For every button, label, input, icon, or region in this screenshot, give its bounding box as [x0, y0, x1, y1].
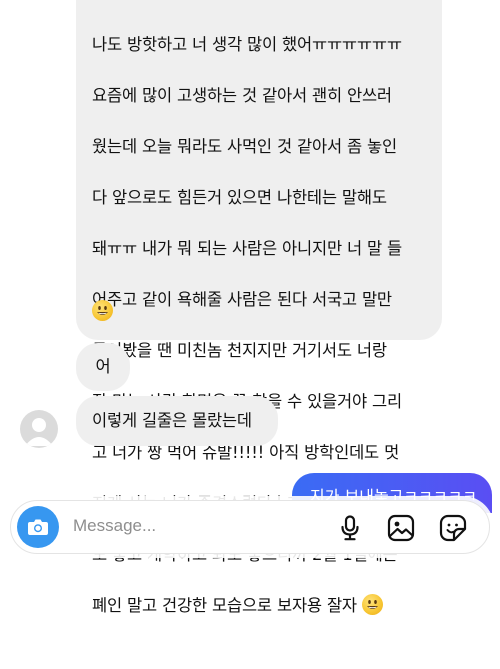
- default-avatar-icon: [25, 418, 53, 446]
- message-line-last: 폐인 말고 건강한 모습으로 보자용 잘자: [92, 593, 428, 619]
- message-text: 이렇게 길줄은 몰랐는데: [92, 411, 252, 431]
- message-bubble-incoming[interactable]: 나도 방핫하고 너 생각 많이 했어ㅠㅠㅠㅠㅠㅠ 요즘에 많이 고생하는 것 같…: [76, 0, 442, 615]
- message-bubble-incoming[interactable]: 어: [76, 343, 130, 391]
- microphone-button[interactable]: [335, 513, 365, 543]
- avatar[interactable]: [20, 410, 58, 448]
- sticker-icon: [439, 514, 467, 542]
- message-line: 어주고 같이 욕해줄 사람은 된다 서국고 말만: [92, 289, 392, 309]
- message-text: 어: [95, 357, 111, 377]
- message-line: 돼ㅠㅠ 내가 뭐 되는 사람은 아니지만 너 말 들: [92, 238, 402, 258]
- message-composer: Message...: [10, 500, 490, 554]
- camera-icon: [28, 519, 48, 535]
- image-gallery-icon: [387, 514, 415, 542]
- grinning-face-emoji: [361, 593, 383, 615]
- message-line: 들어봤을 땐 미친놈 천지지만 거기서도 너랑: [92, 340, 387, 360]
- grinning-face-emoji: [92, 300, 113, 321]
- message-bubble-incoming[interactable]: 이렇게 길줄은 몰랐는데: [76, 396, 278, 446]
- sticker-button[interactable]: [438, 513, 468, 543]
- message-line: 나도 방핫하고 너 생각 많이 했어ㅠㅠㅠㅠㅠㅠ: [92, 34, 402, 54]
- message-line: 다 앞으로도 힘든거 있으면 나한테는 말해도: [92, 187, 387, 207]
- message-line: 웠는데 오늘 뭐라도 사먹인 것 같아서 좀 놓인: [92, 136, 397, 156]
- message-line: 요즘에 많이 고생하는 것 같아서 괜히 안쓰러: [92, 85, 392, 105]
- message-input[interactable]: Message...: [73, 516, 156, 536]
- camera-button[interactable]: [17, 506, 59, 548]
- gallery-button[interactable]: [386, 513, 416, 543]
- microphone-icon: [341, 515, 359, 541]
